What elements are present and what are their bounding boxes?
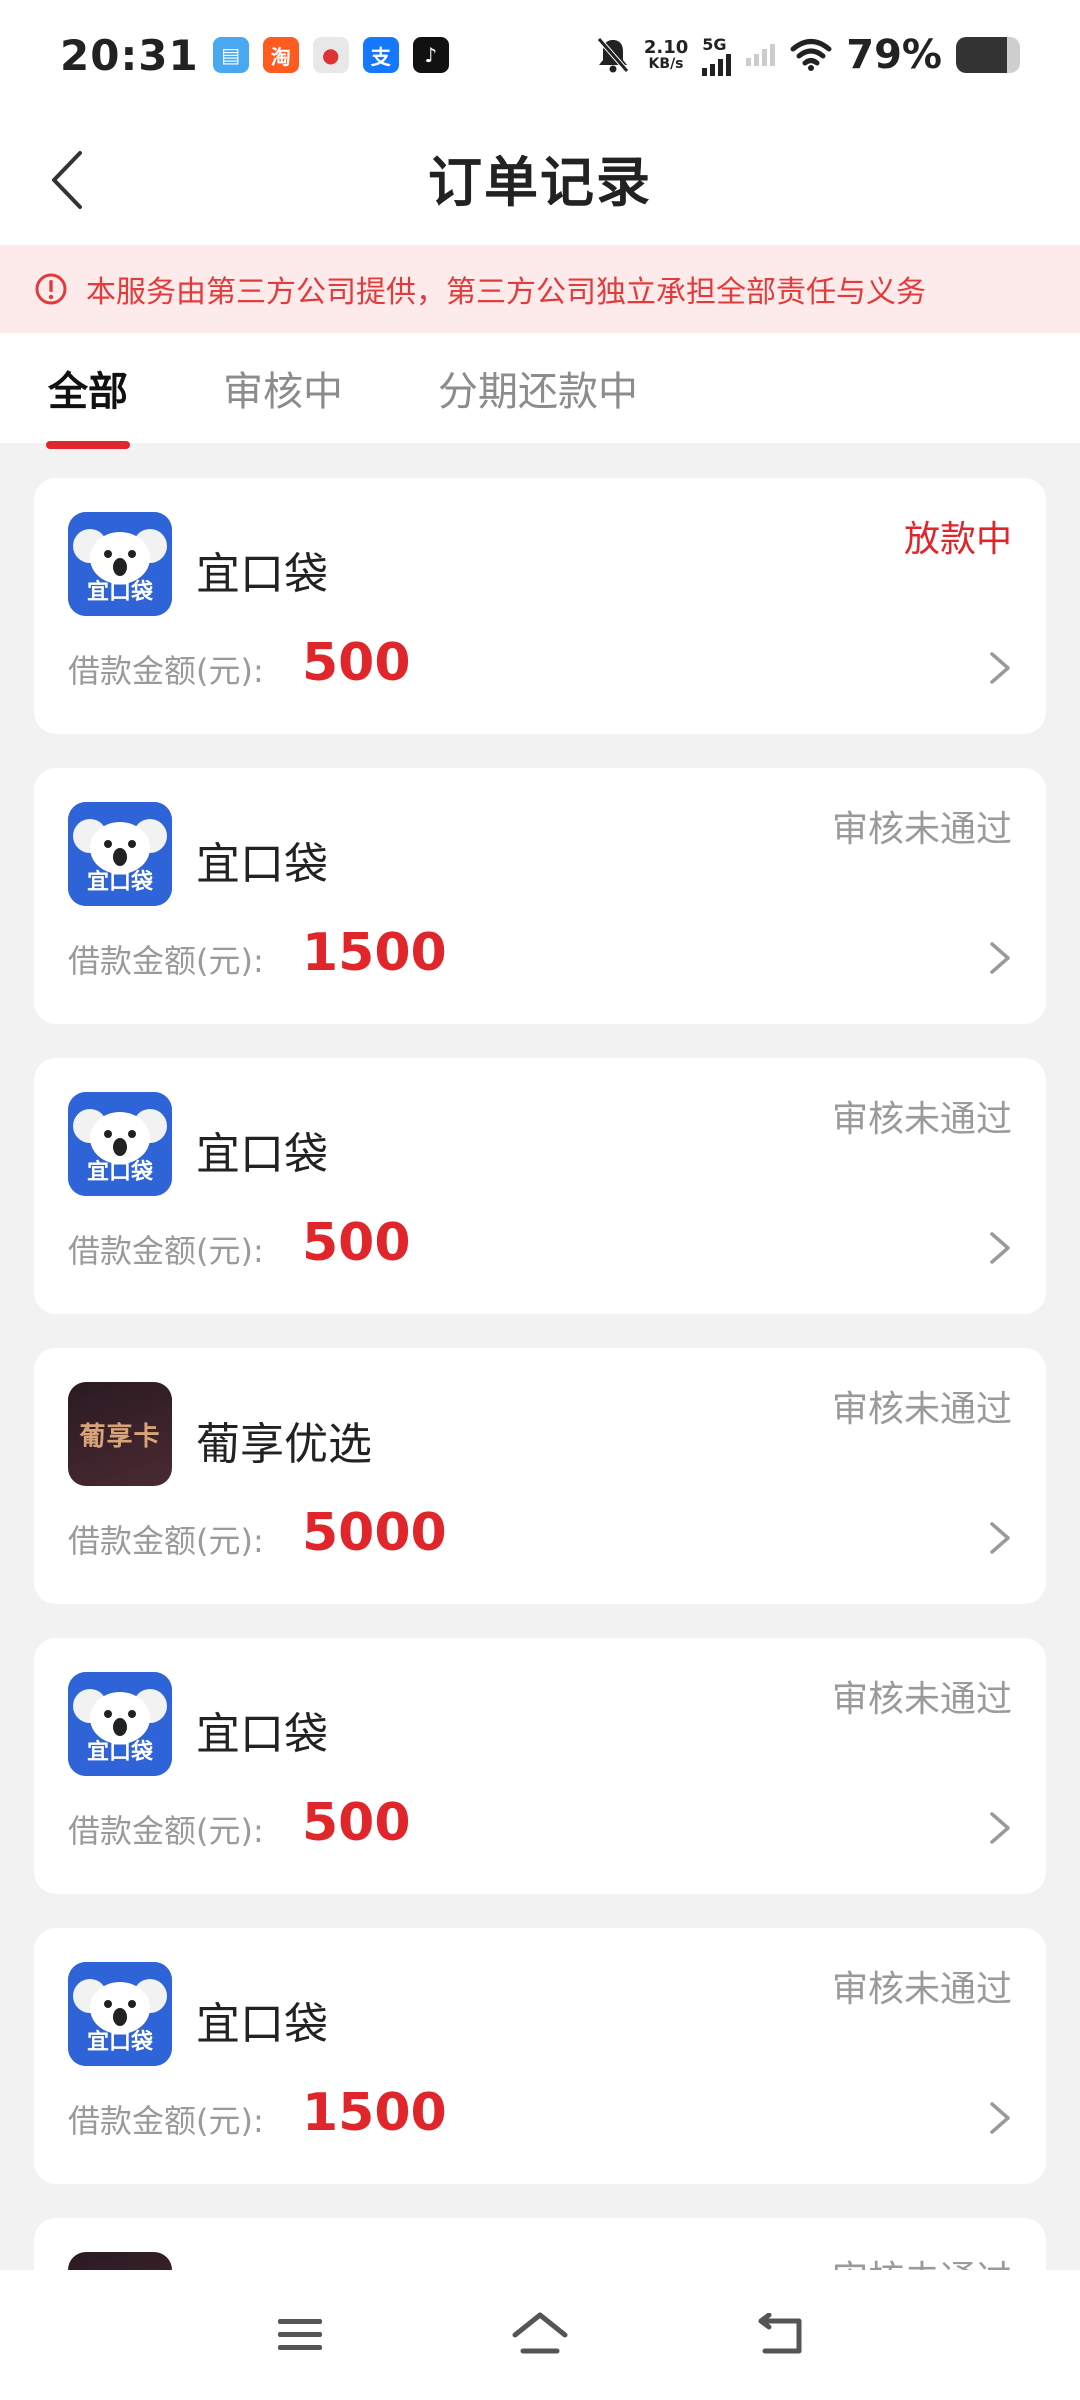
menu-icon: [278, 2319, 322, 2350]
network-type: 5G: [702, 34, 727, 54]
menu-button[interactable]: [270, 2305, 330, 2365]
back-nav-button[interactable]: [750, 2305, 810, 2365]
amount-value: 500: [302, 633, 411, 693]
warning-circle-icon: [35, 273, 67, 305]
order-list: 宜口袋 宜口袋 放款中 借款金额(元): 500 宜口袋 宜口袋 审核未通过 借款金额(元):…: [34, 478, 1046, 2400]
koala-logo-icon: 宜口袋: [68, 802, 172, 906]
video-app-icon: ●: [312, 37, 349, 73]
order-status: 审核未通过: [831, 1389, 1012, 1430]
battery-percent: 79%: [846, 32, 942, 78]
alipay-app-icon: 支: [362, 37, 399, 73]
amount-label: 借款金额(元):: [68, 1522, 264, 1560]
order-card[interactable]: 宜口袋 宜口袋 审核未通过 借款金额(元): 500: [34, 1638, 1046, 1894]
tab-installment-repaying[interactable]: 分期还款中: [438, 359, 638, 417]
status-bar: 20:31 ▤ 淘 ● 支 ♪ 2.10 KB/s 5G 79%: [0, 0, 1080, 110]
amount-value: 500: [302, 1213, 411, 1273]
order-status: 审核未通过: [831, 809, 1012, 850]
koala-logo-icon: 宜口袋: [68, 1092, 172, 1196]
amount-label: 借款金额(元):: [68, 1232, 264, 1270]
amount-label: 借款金额(元):: [68, 2102, 264, 2140]
order-records-screen: 20:31 ▤ 淘 ● 支 ♪ 2.10 KB/s 5G 79% 订单记录 本服…: [0, 0, 1080, 2400]
logo-text: 葡享卡: [79, 1421, 161, 1452]
order-status: 放款中: [903, 519, 1012, 560]
chevron-right-icon: [990, 652, 1010, 684]
net-speed-value: 2.10: [643, 37, 689, 58]
card-logo-icon: 葡享卡: [68, 1382, 172, 1486]
amount-value: 1500: [302, 2083, 447, 2143]
logo-text: 宜口袋: [86, 1740, 153, 1765]
order-card[interactable]: 宜口袋 宜口袋 审核未通过 借款金额(元): 500: [34, 1058, 1046, 1314]
order-card[interactable]: 宜口袋 宜口袋 审核未通过 借款金额(元): 1500: [34, 768, 1046, 1024]
logo-text: 宜口袋: [86, 580, 153, 605]
wifi-icon: [790, 39, 832, 71]
logo-text: 宜口袋: [86, 870, 153, 895]
tab-bar: 全部 审核中 分期还款中: [0, 333, 1080, 449]
page-title: 订单记录: [428, 151, 652, 214]
tab-reviewing-label: 审核中: [223, 369, 343, 415]
tab-reviewing[interactable]: 审核中: [223, 359, 343, 417]
status-bar-left: 20:31 ▤ 淘 ● 支 ♪: [60, 31, 449, 80]
order-status: 审核未通过: [831, 1679, 1012, 1720]
koala-logo-icon: 宜口袋: [68, 512, 172, 616]
lender-name: 宜口袋: [196, 1709, 328, 1760]
lender-name: 宜口袋: [196, 549, 328, 600]
order-card[interactable]: 葡享卡 葡享优选 审核未通过借款金额(元): 5000: [34, 1348, 1046, 1604]
amount-value: 1500: [302, 923, 447, 983]
home-icon: [512, 2312, 568, 2354]
chevron-right-icon: [990, 2102, 1010, 2134]
home-button[interactable]: [510, 2305, 570, 2365]
lender-name: 宜口袋: [196, 1999, 328, 2050]
nav-header: 订单记录: [0, 110, 1080, 245]
back-arrow-icon: [758, 2313, 802, 2354]
mute-bell-icon: [596, 37, 629, 73]
net-speed-unit: KB/s: [648, 56, 684, 72]
tiktok-app-icon: ♪: [412, 37, 449, 73]
amount-label: 借款金额(元):: [68, 1812, 264, 1850]
signal-bars-empty-icon: [746, 44, 776, 66]
back-button[interactable]: [40, 150, 94, 210]
active-tab-indicator: [46, 441, 130, 449]
chevron-right-icon: [990, 1522, 1010, 1554]
battery-fill: [956, 37, 1007, 73]
taobao-app-icon: 淘: [262, 37, 299, 73]
signal-bars-icon: [702, 53, 732, 76]
signal-5g: 5G: [702, 35, 732, 76]
clock: 20:31: [60, 30, 199, 80]
chevron-right-icon: [990, 1232, 1010, 1264]
logo-text: 宜口袋: [86, 2030, 153, 2055]
logo-text: 宜口袋: [86, 1160, 153, 1185]
lender-name: 葡享优选: [196, 1419, 372, 1470]
net-speed: 2.10 KB/s: [643, 37, 689, 72]
lender-name: 宜口袋: [196, 1129, 328, 1180]
back-chevron-icon: [52, 151, 82, 209]
battery-icon: [956, 37, 1020, 73]
disclaimer-text: 本服务由第三方公司提供，第三方公司独立承担全部责任与义务: [86, 275, 926, 310]
chevron-right-icon: [990, 942, 1010, 974]
system-nav-bar: [0, 2270, 1080, 2400]
tab-installment-label: 分期还款中: [438, 369, 638, 415]
status-bar-right: 2.10 KB/s 5G 79%: [596, 32, 1020, 78]
amount-label: 借款金额(元):: [68, 942, 264, 980]
wallet-app-icon: ▤: [212, 37, 249, 73]
disclaimer-banner: 本服务由第三方公司提供，第三方公司独立承担全部责任与义务: [0, 245, 1080, 333]
koala-logo-icon: 宜口袋: [68, 1962, 172, 2066]
order-card[interactable]: 宜口袋 宜口袋 审核未通过 借款金额(元): 1500: [34, 1928, 1046, 2184]
koala-logo-icon: 宜口袋: [68, 1672, 172, 1776]
tab-all-label: 全部: [48, 369, 128, 415]
order-card[interactable]: 宜口袋 宜口袋 放款中 借款金额(元): 500: [34, 478, 1046, 734]
chevron-right-icon: [990, 1812, 1010, 1844]
lender-name: 宜口袋: [196, 839, 328, 890]
amount-value: 500: [302, 1793, 411, 1853]
amount-label: 借款金额(元):: [68, 652, 264, 690]
tab-all[interactable]: 全部: [46, 359, 130, 449]
order-status: 审核未通过: [831, 1969, 1012, 2010]
order-status: 审核未通过: [831, 1099, 1012, 1140]
amount-value: 5000: [302, 1503, 447, 1563]
